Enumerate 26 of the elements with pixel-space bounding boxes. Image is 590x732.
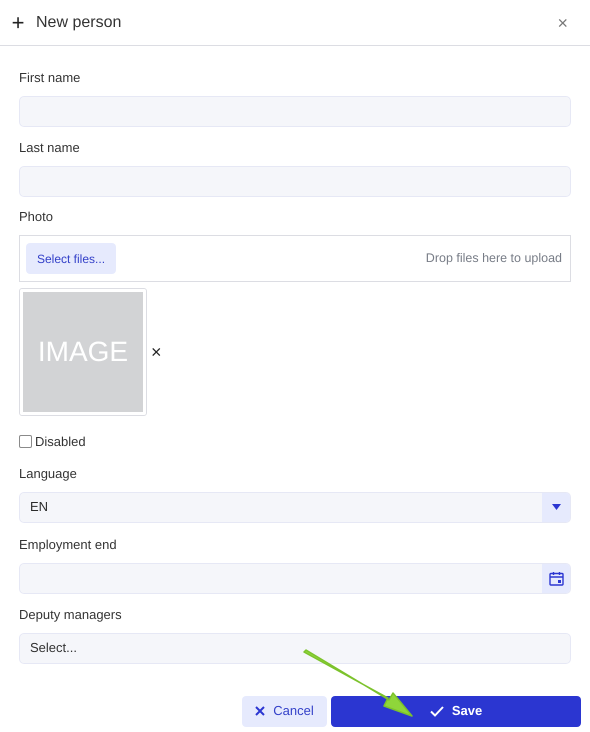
field-label: Photo	[19, 209, 54, 225]
close-button[interactable]: ×	[557, 14, 568, 32]
checkbox[interactable]	[19, 435, 32, 448]
text-field[interactable]	[19, 166, 571, 197]
add-icon: +	[9, 12, 27, 34]
select-field[interactable]: Select...	[19, 632, 571, 664]
field-label: First name	[19, 70, 82, 86]
save-button[interactable]: Save	[331, 696, 581, 726]
select-files-button[interactable]: Select files...	[26, 243, 116, 274]
field-label: Language	[19, 466, 78, 482]
check-icon	[430, 706, 444, 716]
file-upload-field[interactable]: Select files... Drop files here to upload	[19, 235, 571, 282]
field-label: Last name	[19, 140, 81, 156]
field-label: Deputy managers	[19, 606, 123, 622]
cancel-button[interactable]: Cancel	[242, 696, 327, 726]
remove-button[interactable]: ×	[151, 343, 162, 361]
field-label: Employment end	[19, 536, 118, 552]
text-field[interactable]	[19, 96, 571, 127]
date-field[interactable]	[19, 562, 571, 594]
language-dropdown[interactable]: EN	[19, 492, 571, 522]
close-icon	[255, 706, 266, 716]
window-title: New person	[36, 12, 122, 32]
drop-hint: Drop files here to upload	[426, 250, 562, 268]
checkbox-label: Disabled	[35, 433, 86, 451]
dropdown-caret-icon[interactable]	[542, 492, 570, 522]
calendar-icon[interactable]	[542, 564, 570, 592]
